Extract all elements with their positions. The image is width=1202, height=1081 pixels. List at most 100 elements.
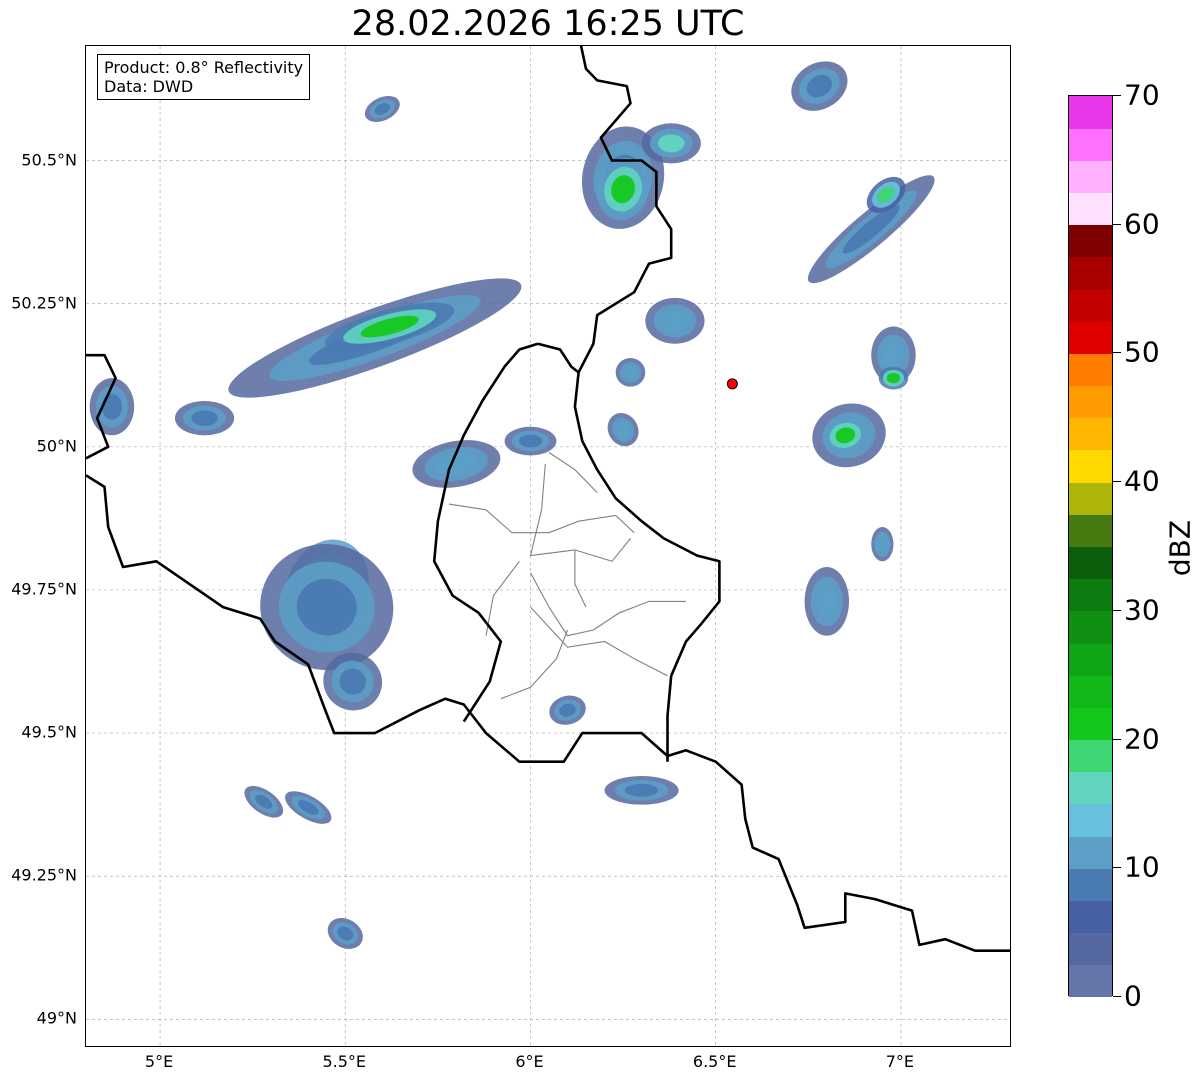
echo-cell xyxy=(641,123,701,164)
country-borders xyxy=(86,46,1010,952)
colorbar-tick-label: 0 xyxy=(1124,979,1142,1013)
colorbar-tick xyxy=(1113,609,1121,611)
colorbar-segment xyxy=(1069,514,1112,547)
internal-border xyxy=(574,549,587,608)
echo-core xyxy=(624,783,659,797)
colorbar-segment xyxy=(1069,707,1112,741)
echo-cell xyxy=(285,791,332,824)
colorbar-tick-label: 50 xyxy=(1124,335,1160,369)
internal-border xyxy=(500,629,569,700)
lat-tick-label: 49.75°N xyxy=(11,579,77,599)
echo-core xyxy=(657,134,685,153)
lon-tick-label: 5°E xyxy=(144,1052,174,1071)
echo-cell xyxy=(804,567,850,636)
echo-cell xyxy=(615,358,646,387)
colorbar-tick xyxy=(1113,223,1121,225)
lon-tick-label: 7°E xyxy=(885,1052,915,1071)
country-border xyxy=(537,342,580,374)
echo-cell xyxy=(604,776,679,805)
lon-tick-label: 5.5°E xyxy=(322,1052,367,1071)
colorbar-tick-label: 20 xyxy=(1124,722,1160,756)
lon-tick-label: 6.5°E xyxy=(692,1052,737,1071)
colorbar-segment xyxy=(1069,160,1112,194)
echo-cell xyxy=(807,175,935,284)
internal-border xyxy=(530,572,686,637)
echo-cell xyxy=(607,413,639,447)
echo-cell xyxy=(791,61,848,111)
radar-map[interactable] xyxy=(85,45,1011,1047)
colorbar-segment xyxy=(1069,321,1112,354)
colorbar-tick-label: 70 xyxy=(1124,78,1160,112)
colorbar-segment xyxy=(1069,900,1112,934)
colorbar-segment xyxy=(1069,643,1112,676)
colorbar-tick xyxy=(1113,352,1121,354)
info-box: Product: 0.8° Reflectivity Data: DWD xyxy=(97,54,311,100)
echo-core xyxy=(877,536,888,552)
colorbar-segment xyxy=(1069,578,1112,612)
colorbar-tick xyxy=(1113,996,1121,997)
echo-cell xyxy=(244,785,284,818)
echo-cell xyxy=(871,526,894,562)
colorbar-tick-label: 10 xyxy=(1124,850,1160,884)
colorbar-segment xyxy=(1069,482,1112,515)
echo-cell xyxy=(645,297,705,344)
echo-cell xyxy=(878,366,909,390)
colorbar-segment xyxy=(1069,964,1112,998)
echo-cell xyxy=(260,544,394,671)
echo-cell xyxy=(504,426,557,456)
lat-tick-label: 49°N xyxy=(36,1008,77,1028)
colorbar-tick-label: 60 xyxy=(1124,207,1160,241)
colorbar-segment xyxy=(1069,417,1112,451)
colorbar-segment xyxy=(1069,289,1112,322)
colorbar-segment xyxy=(1069,96,1112,129)
internal-border xyxy=(530,606,668,677)
colorbar-segment xyxy=(1069,675,1112,708)
radar-site-marker xyxy=(726,378,738,390)
echo-cell xyxy=(412,440,501,488)
echo-core xyxy=(518,434,543,448)
internal-border xyxy=(485,560,520,636)
colorbar-segment xyxy=(1069,256,1112,290)
colorbar-segment xyxy=(1069,932,1112,966)
colorbar-segment xyxy=(1069,449,1112,483)
colorbar-tick xyxy=(1113,481,1121,483)
colorbar-segment xyxy=(1069,224,1112,258)
lon-tick-label: 6°E xyxy=(515,1052,544,1071)
colorbar-segment xyxy=(1069,610,1112,644)
echo-cell xyxy=(549,695,586,725)
colorbar-segment xyxy=(1069,739,1112,773)
colorbar-segment xyxy=(1069,836,1112,869)
colorbar-segment xyxy=(1069,803,1112,837)
echo-cell xyxy=(364,95,400,122)
colorbar-segment xyxy=(1069,385,1112,419)
echo-core xyxy=(816,585,837,617)
colorbar xyxy=(1068,95,1113,998)
colorbar-segment xyxy=(1069,192,1112,226)
lat-tick-label: 50°N xyxy=(36,436,77,456)
lat-tick-label: 50.25°N xyxy=(11,293,77,313)
page-title: 28.02.2026 16:25 UTC xyxy=(351,4,745,44)
lat-tick-label: 49.5°N xyxy=(21,722,77,742)
echo-core xyxy=(886,372,901,384)
colorbar-title: dBZ xyxy=(1163,519,1197,577)
colorbar-segment xyxy=(1069,771,1112,805)
colorbar-segment xyxy=(1069,868,1112,901)
data-source-label: Data: DWD xyxy=(104,77,194,96)
colorbar-tick xyxy=(1113,867,1121,869)
colorbar-segment xyxy=(1069,353,1112,387)
echo-core xyxy=(623,365,638,379)
colorbar-segment xyxy=(1069,546,1112,580)
lat-tick-label: 50.5°N xyxy=(21,150,77,169)
echo-cell xyxy=(174,400,235,436)
colorbar-segment xyxy=(1069,128,1112,161)
map-canvas xyxy=(86,46,1010,1046)
echo-core xyxy=(883,342,904,369)
colorbar-tick xyxy=(1113,738,1121,740)
country-border xyxy=(667,749,1010,952)
location-marker xyxy=(726,378,738,390)
product-label: Product: 0.8° Reflectivity xyxy=(104,58,304,77)
colorbar-tick-label: 30 xyxy=(1124,593,1160,627)
lat-tick-label: 49.25°N xyxy=(11,865,77,885)
reflectivity-echoes xyxy=(89,61,935,949)
colorbar-tick xyxy=(1113,95,1121,96)
